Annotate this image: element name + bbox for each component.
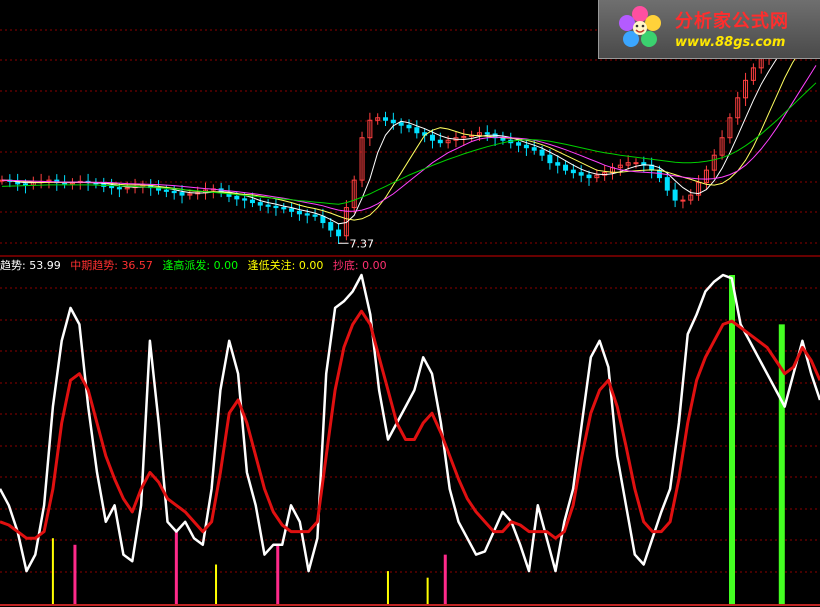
candle-down — [257, 202, 263, 206]
candle-down — [163, 189, 169, 192]
ma60-line — [1, 82, 817, 205]
candle-down — [563, 164, 569, 171]
candle-down — [383, 117, 389, 121]
candle-down — [304, 213, 310, 216]
watch-signal-bar — [215, 564, 218, 604]
candle-down — [516, 142, 522, 146]
candle-down — [336, 229, 342, 237]
legend-mid-trend: 中期趋势: 36.57 — [70, 259, 153, 272]
candle-down — [406, 124, 412, 129]
candle-down — [555, 162, 561, 166]
bottom-signal-bar — [73, 544, 77, 604]
bottom-signal-bar — [443, 554, 447, 604]
candle-down — [179, 192, 185, 196]
candle-down — [328, 222, 334, 231]
candle-down — [523, 144, 529, 149]
candle-down — [398, 122, 404, 126]
indicator-legend: 趋势: 53.99 中期趋势: 36.57 逢高派发: 0.00 逢低关注: 0… — [0, 258, 393, 274]
candle-down — [437, 139, 443, 144]
candle-down — [116, 187, 122, 190]
candle-down — [289, 208, 295, 212]
candle-down — [242, 198, 248, 201]
watch-signal-bar — [51, 538, 54, 604]
candle-up — [633, 162, 639, 165]
candle-down — [570, 169, 576, 174]
grid-lines — [0, 29, 820, 606]
mid_trend-line — [0, 309, 820, 540]
candle-down — [273, 205, 279, 209]
indicator-panel — [0, 273, 820, 604]
flower-logo-icon — [619, 6, 661, 47]
candle-down — [664, 177, 670, 191]
bottom-signal-bar — [276, 544, 280, 604]
stock-chart[interactable]: 7.37 — [0, 0, 820, 607]
candle-down — [296, 210, 302, 215]
candle-down — [484, 132, 490, 135]
candle-down — [547, 154, 553, 164]
candle-down — [531, 147, 537, 151]
candle-down — [249, 199, 255, 204]
legend-trend: 趋势: 53.99 — [0, 259, 61, 272]
candle-down — [578, 172, 584, 176]
candle-down — [234, 195, 240, 200]
candle-down — [22, 183, 28, 186]
legend-sell-signal: 逢高派发: 0.00 — [162, 259, 239, 272]
bottom-signal-bar — [174, 531, 178, 604]
candle-down — [429, 134, 435, 141]
candle-up — [680, 199, 686, 202]
candle-down — [539, 149, 545, 156]
legend-watch-signal: 逢低关注: 0.00 — [247, 259, 324, 272]
candle-down — [320, 215, 326, 224]
watch-signal-bar — [426, 577, 429, 604]
ma20-line — [1, 65, 817, 212]
candle-down — [265, 204, 271, 207]
legend-bottom-signal: 抄底: 0.00 — [332, 259, 387, 272]
low-annotation-label: 7.37 — [350, 237, 375, 250]
candle-down — [171, 190, 177, 194]
logo-url: www.88gs.com — [675, 35, 786, 50]
candle-down — [109, 185, 115, 189]
candle-down — [281, 207, 287, 210]
logo-title: 分析家公式网 — [675, 11, 789, 32]
trend-line — [0, 273, 820, 573]
candle-down — [414, 127, 420, 134]
watch-signal-bar — [386, 571, 389, 604]
candle-down — [312, 214, 318, 217]
candle-down — [390, 119, 396, 124]
candle-down — [672, 189, 678, 201]
site-logo[interactable]: 分析家公式网 www.88gs.com — [598, 0, 820, 59]
candle-down — [586, 174, 592, 179]
